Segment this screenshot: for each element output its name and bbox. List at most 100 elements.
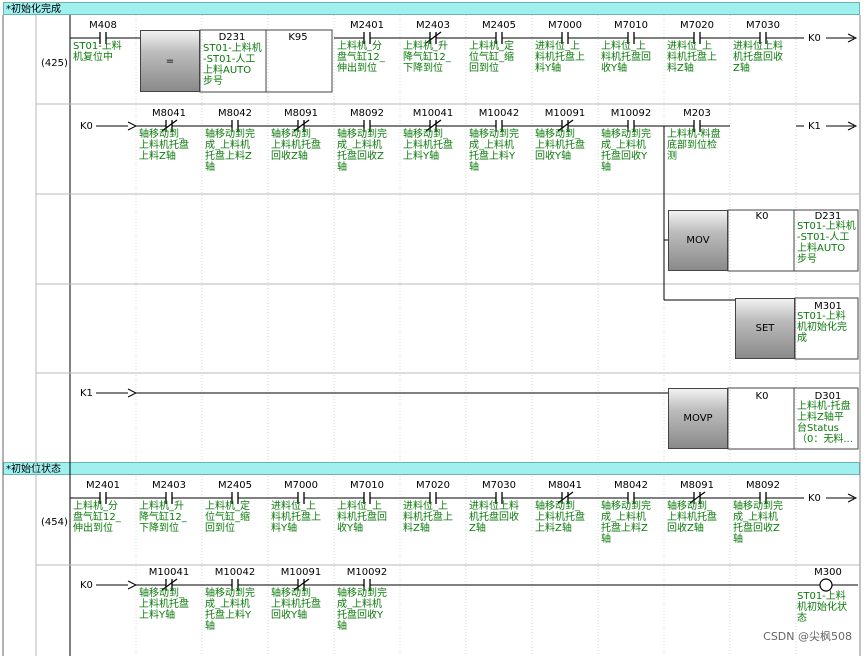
contact-device: M2405 <box>218 480 252 491</box>
mov-destination-comment: 上料AUTO <box>797 241 845 254</box>
connector-label: K0 <box>80 580 93 591</box>
set-device-comment: ST01-上料 <box>797 309 846 322</box>
contact-comment: 料Z轴 <box>403 521 430 534</box>
contact-comment: 轴移动到_ <box>271 127 317 140</box>
contact-comment: 托盘回收Z <box>733 521 780 534</box>
compare-operand-comment: 步号 <box>203 75 223 87</box>
contact-comment: 降气缸12_ <box>139 510 188 523</box>
set-instruction-box[interactable]: SET <box>735 298 795 359</box>
contact-comment: 托盘回收Y <box>601 149 648 162</box>
contact-comment: 进料位_上 <box>271 499 316 512</box>
compare-instruction-box[interactable]: = <box>140 30 200 92</box>
contact-device: M10091 <box>281 567 321 578</box>
contact-device: M2405 <box>482 20 516 31</box>
contact-comment: 上料机托盘 <box>535 138 585 151</box>
connector-arrow <box>127 580 138 590</box>
contact-device: M7030 <box>746 20 780 31</box>
connector-label: K0 <box>808 493 821 504</box>
contact-device: M2401 <box>350 20 384 31</box>
contact-comment: 轴移动到完 <box>469 127 519 140</box>
contact-comment: 回到位 <box>205 521 235 534</box>
contact-device: M8041 <box>548 480 582 491</box>
contact-comment: 上料Y轴 <box>403 149 439 162</box>
contact-comment: 轴移动到完 <box>205 586 255 599</box>
contact-comment: 成_上料机 <box>601 138 646 151</box>
contact-comment: 上料机托盘 <box>139 597 189 610</box>
connector-label: K0 <box>80 121 93 132</box>
contact-comment: 上料机_定 <box>205 499 250 512</box>
contact-comment: 托盘回收Z <box>337 149 384 162</box>
contact-comment: 上料Z轴 <box>535 521 572 534</box>
contact-device: M10092 <box>611 108 651 119</box>
contact-comment: Z轴 <box>733 61 750 74</box>
contact-comment: 托盘回收Y <box>337 608 384 621</box>
contact-comment: 上料Y轴 <box>139 608 175 621</box>
movp-destination-comment: （0：无料... <box>797 432 853 445</box>
contact-device: M203 <box>683 108 711 119</box>
contact-comment: 料机托盘回 <box>601 50 651 63</box>
contact-device: M10091 <box>545 108 585 119</box>
contact-comment: 料机托盘回 <box>337 510 387 523</box>
contact-device: M8091 <box>284 108 318 119</box>
contact-device: M2401 <box>86 480 120 491</box>
connector-label: K1 <box>80 388 93 399</box>
contact-comment: 料Z轴 <box>667 61 694 74</box>
contact-device: M2403 <box>152 480 186 491</box>
contact-comment: 上料机托盘 <box>403 138 453 151</box>
contact-comment: 托盘上料Y <box>469 149 516 162</box>
connector-label: K0 <box>808 33 821 44</box>
output-coil[interactable] <box>819 578 833 592</box>
contact-comment: 上料机托盘 <box>535 510 585 523</box>
contact-device: M10092 <box>347 567 387 578</box>
contact-comment: 料机托盘上 <box>535 50 585 63</box>
contact-comment: 料机托盘上 <box>667 50 717 63</box>
connector-arrow <box>127 121 138 131</box>
mov-instruction-box[interactable]: MOV <box>668 210 728 271</box>
coil-comment: 态 <box>797 611 807 624</box>
contact-comment: 进料位_上 <box>535 39 580 52</box>
contact-device: M8092 <box>746 480 780 491</box>
contact-comment: 回到位 <box>469 61 499 74</box>
contact-device: M7010 <box>614 20 648 31</box>
contact-comment: 位气缸_缩 <box>205 510 250 523</box>
contact-comment: 轴移动到_ <box>139 586 185 599</box>
mov-destination-comment: 步号 <box>797 253 817 265</box>
movp-instruction-box[interactable]: MOVP <box>668 388 728 449</box>
mov-destination-comment: -ST01-人工 <box>797 231 849 243</box>
contact-comment: 下降到位 <box>403 61 443 74</box>
contact-comment: 料Y轴 <box>271 521 297 534</box>
contact-comment: 回收Z轴 <box>667 521 704 534</box>
contact-comment: 轴移动到完 <box>601 499 651 512</box>
movp-destination-comment: 台Status <box>797 421 839 434</box>
coil-comment: 机初始化状 <box>797 600 847 613</box>
compare-operand-comment: ST01-上料机 <box>203 41 262 54</box>
contact-comment: 轴移动到完 <box>337 586 387 599</box>
contact-comment: 进料位上料 <box>733 39 783 52</box>
contact-device: M8091 <box>680 480 714 491</box>
contact-device: M8092 <box>350 108 384 119</box>
contact-comment: 盘气缸12_ <box>73 510 122 523</box>
contact-comment: 回收Z轴 <box>271 149 308 162</box>
contact-comment: 上料机_分 <box>73 499 118 512</box>
contact-comment: 成_上料机 <box>601 510 646 523</box>
contact-comment: 轴 <box>337 160 347 173</box>
contact-comment: ST01-上料 <box>73 39 122 52</box>
contact-comment: 成_上料机 <box>205 138 250 151</box>
movp-source: K0 <box>756 391 769 402</box>
mov-destination-comment: ST01-上料机 <box>797 219 856 232</box>
contact-comment: 上料机托盘 <box>271 597 321 610</box>
contact-device: M408 <box>89 20 117 31</box>
contact-device: M7000 <box>548 20 582 31</box>
contact-comment: 轴移动到_ <box>667 499 713 512</box>
contact-device: M7000 <box>284 480 318 491</box>
contact-comment: 上料位_上 <box>337 499 382 512</box>
contact-comment: 上料机托盘 <box>271 138 321 151</box>
contact-comment: 上料机托盘 <box>667 510 717 523</box>
contact-comment: 轴移动到_ <box>535 127 581 140</box>
connector-arrow <box>127 388 138 398</box>
contact-comment: 轴 <box>337 619 347 632</box>
contact-comment: 轴移动到完 <box>205 127 255 140</box>
contact-comment: 托盘上料Y <box>205 608 252 621</box>
contact-comment: 进料位上料 <box>469 499 519 512</box>
compare-operand-comment: 上料AUTO <box>203 63 251 76</box>
